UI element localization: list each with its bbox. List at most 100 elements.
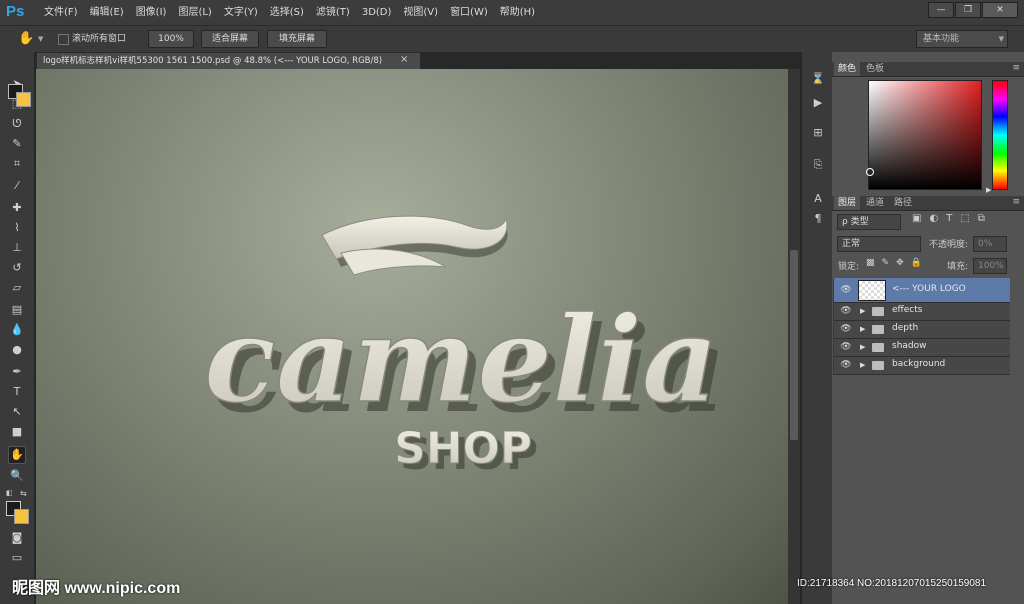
swap-colors-icon[interactable]: ⇆ — [20, 489, 27, 498]
opacity-input[interactable]: 0% — [973, 236, 1007, 252]
layer-name: depth — [892, 323, 919, 333]
menu-edit[interactable]: 编辑(E) — [84, 0, 130, 25]
color-picker-cursor[interactable] — [866, 168, 874, 176]
menu-file[interactable]: 文件(F) — [38, 0, 84, 25]
hue-slider-handle-icon[interactable]: ▶ — [986, 186, 991, 194]
lock-position-icon[interactable]: ✥ — [896, 258, 904, 268]
hand-tool-icon[interactable]: ✋ — [8, 446, 26, 464]
healing-brush-tool-icon[interactable]: ✚ — [9, 200, 25, 216]
workspace-select[interactable]: 基本功能 — [916, 30, 1008, 48]
color-panel-menu-icon[interactable]: ≡ — [1012, 63, 1020, 73]
document-tab[interactable]: logo样机标志样机vi样机55300 1561 1500.psd @ 48.8… — [36, 52, 421, 70]
visibility-eye-icon[interactable]: 👁 — [840, 359, 852, 371]
layer-name: effects — [892, 305, 923, 315]
eraser-tool-icon[interactable]: ▱ — [9, 280, 25, 296]
chevron-down-icon[interactable]: ▼ — [38, 35, 43, 43]
visibility-eye-icon[interactable]: 👁 — [840, 341, 852, 353]
filter-type-icon[interactable]: T — [946, 213, 952, 224]
color-field[interactable] — [868, 80, 982, 190]
smart-object-thumbnail — [858, 280, 886, 301]
restore-button[interactable]: ❐ — [955, 2, 981, 18]
scrollbar-thumb[interactable] — [790, 250, 798, 440]
quick-select-tool-icon[interactable]: ✎ — [9, 136, 25, 152]
fill-input[interactable]: 100% — [973, 258, 1007, 274]
gradient-tool-icon[interactable]: ▤ — [9, 302, 25, 318]
path-select-tool-icon[interactable]: ↖ — [9, 404, 25, 420]
fit-screen-button[interactable]: 适合屏幕 — [201, 30, 259, 48]
actions-panel-icon[interactable]: ▶ — [811, 96, 825, 110]
menu-image[interactable]: 图像(I) — [130, 0, 173, 25]
brush-tool-icon[interactable]: ⌇ — [9, 220, 25, 236]
scroll-all-windows-checkbox[interactable] — [58, 34, 69, 45]
layer-filter-kind-select[interactable]: ρ 类型 — [837, 214, 901, 230]
tab-swatches[interactable]: 色板 — [862, 62, 888, 76]
crop-tool-icon[interactable]: ⌗ — [9, 156, 25, 172]
layer-row-background[interactable]: 👁 ▶ background — [833, 357, 1010, 375]
layer-row-effects[interactable]: 👁 ▶ effects — [833, 303, 1010, 321]
background-color-swatch[interactable] — [14, 509, 29, 524]
blend-mode-select[interactable]: 正常 — [837, 236, 921, 252]
expand-triangle-icon[interactable]: ▶ — [860, 343, 865, 351]
close-tab-icon[interactable]: × — [400, 54, 408, 65]
window-controls: — ❐ ✕ — [928, 2, 1018, 18]
menu-type[interactable]: 文字(Y) — [218, 0, 264, 25]
default-colors-icon[interactable]: ◧ — [6, 489, 13, 497]
clone-stamp-tool-icon[interactable]: ⊥ — [9, 240, 25, 256]
history-brush-tool-icon[interactable]: ↺ — [9, 260, 25, 276]
minimize-button[interactable]: — — [928, 2, 954, 18]
screen-mode-icon[interactable]: ▭ — [9, 550, 25, 566]
hue-slider[interactable] — [992, 80, 1008, 190]
tab-paths[interactable]: 路径 — [890, 196, 916, 210]
menu-help[interactable]: 帮助(H) — [494, 0, 541, 25]
quick-mask-icon[interactable]: ◙ — [9, 530, 25, 546]
menu-3d[interactable]: 3D(D) — [356, 0, 398, 25]
tab-layers[interactable]: 图层 — [834, 196, 861, 210]
lock-transparent-icon[interactable]: ▩ — [866, 258, 875, 268]
expand-triangle-icon[interactable]: ▶ — [860, 361, 865, 369]
lock-image-icon[interactable]: ✎ — [882, 258, 890, 268]
fill-screen-button[interactable]: 填充屏幕 — [267, 30, 327, 48]
lock-icons: ▩ ✎ ✥ 🔒 — [866, 258, 922, 268]
menu-window[interactable]: 窗口(W) — [444, 0, 494, 25]
menu-select[interactable]: 选择(S) — [264, 0, 310, 25]
visibility-eye-icon[interactable]: 👁 — [840, 323, 852, 335]
type-tool-icon[interactable]: T — [9, 384, 25, 400]
color-panel-background-swatch[interactable] — [16, 92, 31, 107]
layer-name: shadow — [892, 341, 927, 351]
visibility-eye-icon[interactable]: 👁 — [840, 305, 852, 317]
layer-row-depth[interactable]: 👁 ▶ depth — [833, 321, 1010, 339]
layer-row-your-logo[interactable]: 👁 <--- YOUR LOGO — [833, 278, 1010, 303]
tab-color[interactable]: 颜色 — [834, 62, 861, 76]
rectangle-tool-icon[interactable]: ■ — [9, 424, 25, 440]
history-panel-icon[interactable]: ⌛ — [811, 72, 825, 86]
hand-tool-preset-icon[interactable]: ✋ — [18, 31, 34, 46]
visibility-eye-icon[interactable]: 👁 — [840, 284, 852, 296]
blur-tool-icon[interactable]: 💧 — [9, 322, 25, 338]
lock-all-icon[interactable]: 🔒 — [911, 258, 922, 268]
filter-shape-icon[interactable]: ⬚ — [960, 213, 969, 224]
document-canvas[interactable]: camelia camelia SHOP SHOP — [36, 69, 788, 604]
layers-panel-menu-icon[interactable]: ≡ — [1012, 197, 1020, 207]
close-button[interactable]: ✕ — [982, 2, 1018, 18]
character-panel-icon[interactable]: A — [811, 192, 825, 206]
menu-layer[interactable]: 图层(L) — [172, 0, 217, 25]
zoom-100-button[interactable]: 100% — [148, 30, 194, 48]
document-title: logo样机标志样机vi样机55300 1561 1500.psd @ 48.8… — [43, 56, 383, 66]
pen-tool-icon[interactable]: ✒ — [9, 364, 25, 380]
menu-filter[interactable]: 滤镜(T) — [310, 0, 356, 25]
tab-channels[interactable]: 通道 — [862, 196, 888, 210]
menu-view[interactable]: 视图(V) — [397, 0, 444, 25]
properties-panel-icon[interactable]: ⊞ — [811, 126, 825, 140]
layer-row-shadow[interactable]: 👁 ▶ shadow — [833, 339, 1010, 357]
filter-pixel-icon[interactable]: ▣ — [912, 213, 921, 224]
dodge-tool-icon[interactable]: ● — [9, 342, 25, 358]
expand-triangle-icon[interactable]: ▶ — [860, 307, 865, 315]
clone-source-panel-icon[interactable]: ⎘ — [811, 158, 825, 172]
filter-smart-object-icon[interactable]: ⧉ — [978, 213, 985, 224]
expand-triangle-icon[interactable]: ▶ — [860, 325, 865, 333]
paragraph-panel-icon[interactable]: ¶ — [811, 212, 825, 226]
eyedropper-tool-icon[interactable]: ⁄ — [9, 178, 25, 194]
lasso-tool-icon[interactable]: ᘎ — [9, 116, 25, 132]
zoom-tool-icon[interactable]: 🔍 — [9, 468, 25, 484]
filter-adjustment-icon[interactable]: ◐ — [929, 213, 938, 224]
